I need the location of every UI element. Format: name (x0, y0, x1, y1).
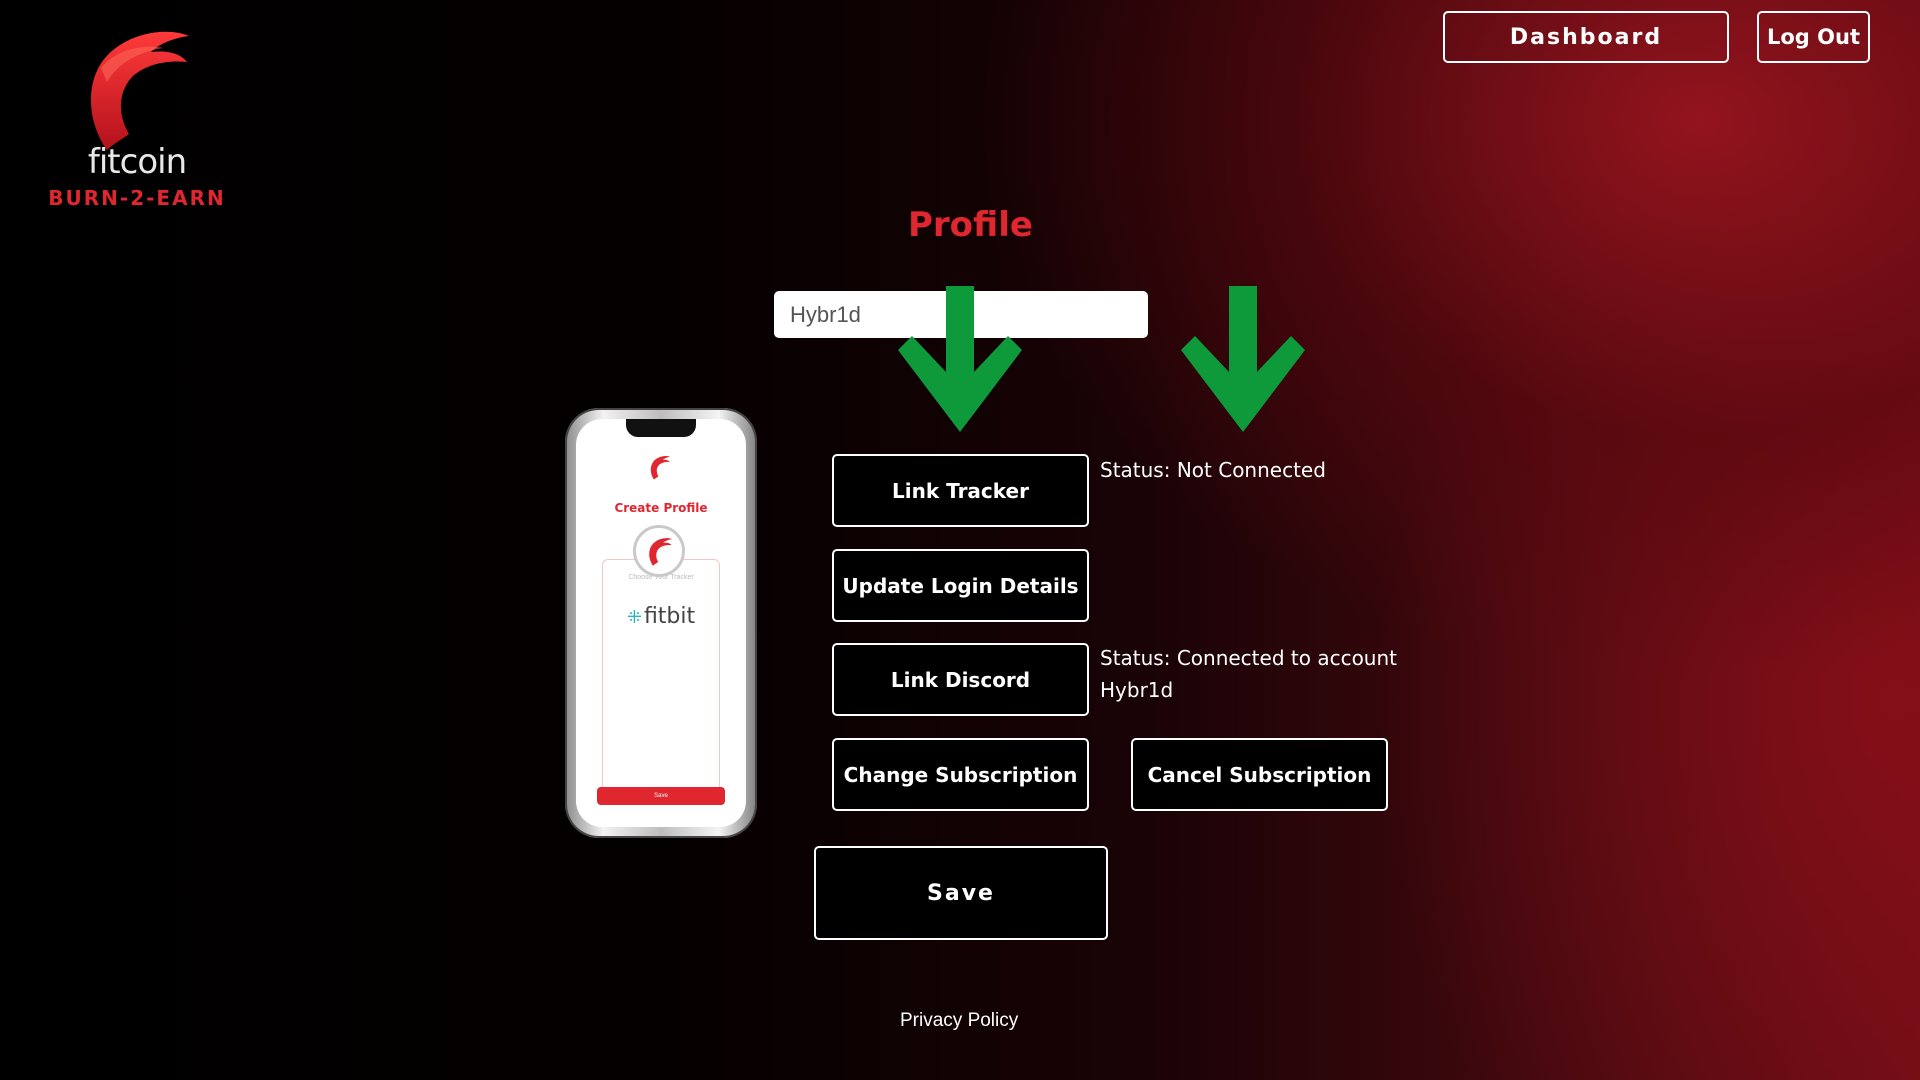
phone-avatar (633, 525, 685, 577)
logout-button[interactable]: Log Out (1757, 11, 1870, 63)
down-arrow-icon (898, 286, 1022, 432)
dashboard-button[interactable]: Dashboard (1443, 11, 1729, 63)
fitcoin-flame-icon (90, 31, 189, 150)
down-arrow-icon (1181, 286, 1305, 432)
change-subscription-button[interactable]: Change Subscription (832, 738, 1089, 811)
brand-logo: fitcoin BURN-2-EARN (42, 22, 232, 210)
discord-status-account: Hybr1d (1100, 678, 1174, 702)
phone-preview-image: Create Profile Choose Your Tracker ⁜fitb… (565, 408, 757, 838)
phone-save-button: Save (597, 787, 725, 805)
discord-status-line: Status: Connected to account (1100, 646, 1397, 670)
phone-notch (626, 419, 696, 437)
username-value: Hybr1d (790, 301, 861, 327)
tracker-status: Status: Not Connected (1100, 458, 1326, 482)
brand-tagline: BURN-2-EARN (48, 186, 226, 210)
phone-heading: Create Profile (614, 501, 708, 515)
update-login-details-button[interactable]: Update Login Details (832, 549, 1089, 622)
link-discord-button[interactable]: Link Discord (832, 643, 1089, 716)
discord-status: Status: Connected to account Hybr1d (1100, 642, 1420, 706)
fitbit-dots-icon: ⁜ (626, 607, 642, 628)
fitcoin-flame-icon (649, 538, 673, 566)
link-tracker-button[interactable]: Link Tracker (832, 454, 1089, 527)
save-button[interactable]: Save (814, 846, 1108, 940)
phone-tracker-brand-name: fitbit (643, 604, 696, 629)
cancel-subscription-button[interactable]: Cancel Subscription (1131, 738, 1388, 811)
phone-tracker-card: Choose Your Tracker ⁜fitbit (602, 559, 720, 793)
privacy-policy-link[interactable]: Privacy Policy (900, 1010, 1018, 1032)
phone-screen: Create Profile Choose Your Tracker ⁜fitb… (576, 419, 746, 827)
page-title: Profile (908, 205, 1033, 245)
phone-tracker-brand: ⁜fitbit (603, 604, 719, 629)
brand-name: fitcoin (87, 142, 187, 182)
fitcoin-flame-icon (650, 455, 671, 480)
